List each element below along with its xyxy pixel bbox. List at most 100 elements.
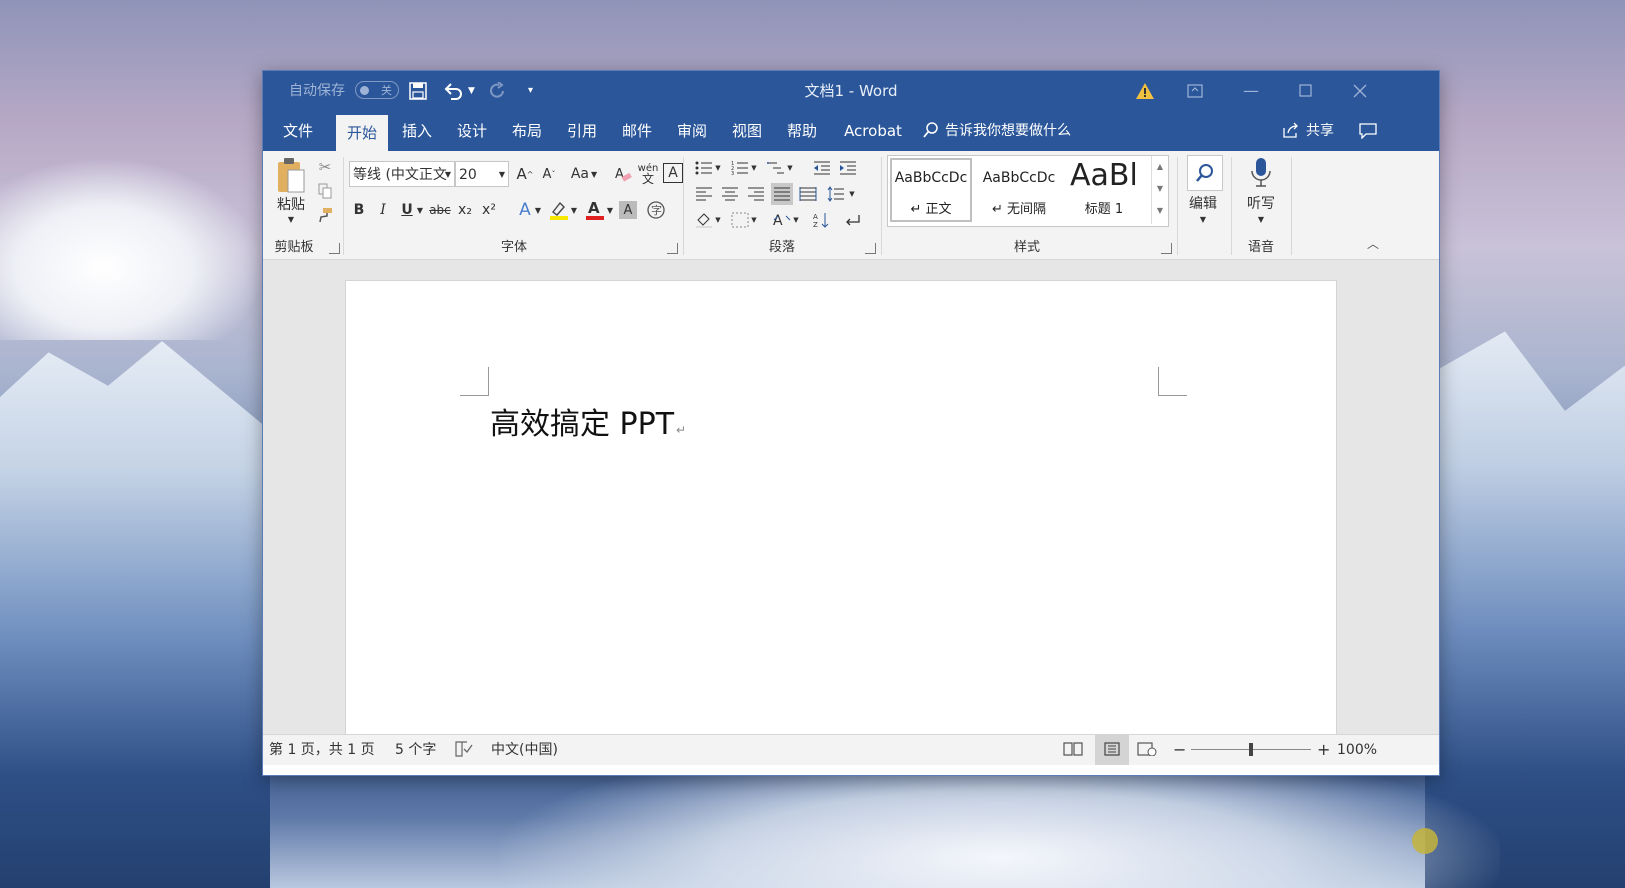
change-case-button[interactable]: Aa ▼ [569,161,599,187]
close-button[interactable] [1353,71,1367,111]
superscript-button[interactable]: x² [479,197,499,223]
tab-references[interactable]: 引用 [558,111,606,151]
zoom-in-button[interactable]: + [1317,735,1330,765]
proofing-icon[interactable] [455,735,473,765]
warning-icon[interactable] [1135,71,1155,111]
format-painter-icon[interactable] [315,205,335,225]
borders-icon[interactable] [729,209,751,231]
undo-dropdown-icon[interactable]: ▼ [468,71,475,111]
font-size-combo[interactable]: 20 ▼ [455,161,509,187]
align-center-icon[interactable] [719,183,741,205]
show-marks-icon[interactable] [841,209,863,231]
style-no-spacing[interactable]: AaBbCcDc ↵ 无间隔 [976,158,1062,222]
highlight-dropdown-icon[interactable]: ▼ [569,197,579,223]
redo-icon[interactable] [489,71,507,111]
font-dialog-launcher[interactable] [667,243,678,254]
chevron-down-icon[interactable]: ▼ [749,161,759,175]
paste-button[interactable]: 粘贴 [273,195,309,213]
underline-dropdown-icon[interactable]: ▼ [415,197,425,223]
maximize-button[interactable] [1299,71,1312,111]
italic-button[interactable]: I [373,197,393,223]
tab-design[interactable]: 设计 [448,111,496,151]
zoom-out-button[interactable]: − [1173,735,1186,765]
chevron-down-icon[interactable]: ▼ [713,161,723,175]
editing-button[interactable]: 编辑 [1183,193,1223,213]
ribbon-display-options-icon[interactable] [1187,71,1203,111]
document-page[interactable]: 高效搞定 PPT ↵ [345,280,1337,735]
tab-file[interactable]: 文件 [273,111,323,151]
style-heading-1[interactable]: AaBl 标题 1 [1064,158,1144,222]
chevron-down-icon[interactable]: ▼ [847,187,857,201]
style-normal[interactable]: AaBbCcDc ↵ 正文 [890,158,972,222]
web-layout-icon[interactable] [1137,735,1157,765]
tab-view[interactable]: 视图 [723,111,771,151]
tab-layout[interactable]: 布局 [503,111,551,151]
shrink-font-icon[interactable]: Aˇ [539,161,559,187]
print-layout-icon[interactable] [1095,735,1129,765]
editing-dropdown-icon[interactable]: ▼ [1183,213,1223,225]
tab-home[interactable]: 开始 [336,115,388,151]
copy-icon[interactable] [315,181,335,201]
bold-button[interactable]: B [349,197,369,223]
highlight-color-icon[interactable] [547,197,571,223]
font-color-icon[interactable]: A [583,197,607,223]
scroll-up-icon[interactable]: ▲ [1152,156,1168,178]
chevron-down-icon[interactable]: ▼ [445,162,451,188]
customize-toolbar-icon[interactable]: ▾ [528,71,533,111]
multilevel-list-icon[interactable] [765,157,787,179]
shading-icon[interactable] [693,209,715,231]
share-button[interactable]: 共享 [1273,111,1343,151]
minimize-button[interactable]: — [1243,71,1259,111]
decrease-indent-icon[interactable] [811,157,833,179]
read-mode-icon[interactable] [1063,735,1083,765]
document-text[interactable]: 高效搞定 PPT ↵ [490,399,686,443]
cut-icon[interactable]: ✂ [315,157,335,177]
character-border-icon[interactable]: A [663,163,683,183]
dictate-button[interactable]: 听写 [1237,193,1285,213]
word-count[interactable]: 5 个字 [395,735,436,765]
dictate-dropdown-icon[interactable]: ▼ [1237,213,1285,225]
justify-icon[interactable] [771,183,793,205]
clipboard-dialog-launcher[interactable] [329,243,340,254]
tab-mailings[interactable]: 邮件 [613,111,661,151]
font-color-dropdown-icon[interactable]: ▼ [605,197,615,223]
zoom-slider[interactable] [1191,743,1311,756]
tab-insert[interactable]: 插入 [393,111,441,151]
underline-button[interactable]: U [397,197,417,223]
page-count[interactable]: 第 1 页，共 1 页 [269,735,375,765]
numbering-icon[interactable]: 123 [729,157,751,179]
find-icon[interactable] [1187,155,1223,191]
undo-icon[interactable] [443,71,465,111]
zoom-slider-thumb[interactable] [1249,743,1253,756]
paste-dropdown-icon[interactable]: ▼ [273,213,309,225]
language[interactable]: 中文(中国) [491,735,558,765]
chevron-down-icon[interactable]: ▼ [713,213,723,227]
paragraph-dialog-launcher[interactable] [865,243,876,254]
scroll-down-icon[interactable]: ▼ [1152,178,1168,200]
paste-icon[interactable] [273,155,309,195]
increase-indent-icon[interactable] [837,157,859,179]
zoom-level[interactable]: 100% [1337,735,1377,765]
sort-icon[interactable]: AZ [811,209,833,231]
autosave-toggle[interactable]: 关 [355,81,399,99]
character-shading-icon[interactable]: A [619,201,637,219]
chevron-down-icon[interactable]: ▼ [499,162,505,188]
bullets-icon[interactable] [693,157,715,179]
align-right-icon[interactable] [745,183,767,205]
tell-me-search[interactable]: 告诉我你想要做什么 [923,111,1093,151]
more-styles-icon[interactable]: ▼ [1152,200,1168,222]
chevron-down-icon[interactable]: ▼ [791,213,801,227]
asian-layout-icon[interactable]: A [771,209,793,231]
align-left-icon[interactable] [693,183,715,205]
text-effects-dropdown-icon[interactable]: ▼ [533,197,543,223]
microphone-icon[interactable] [1241,155,1281,191]
tab-acrobat[interactable]: Acrobat [833,111,913,151]
collapse-ribbon-icon[interactable]: ︿ [1365,235,1381,251]
save-icon[interactable] [409,71,427,111]
text-effects-icon[interactable]: A [515,197,535,223]
chevron-down-icon[interactable]: ▼ [785,161,795,175]
strikethrough-button[interactable]: abc [427,197,453,223]
font-name-combo[interactable]: 等线 (中文正文 ▼ [349,161,455,187]
clear-formatting-icon[interactable]: A [613,161,633,187]
grow-font-icon[interactable]: A ^ [515,161,535,187]
